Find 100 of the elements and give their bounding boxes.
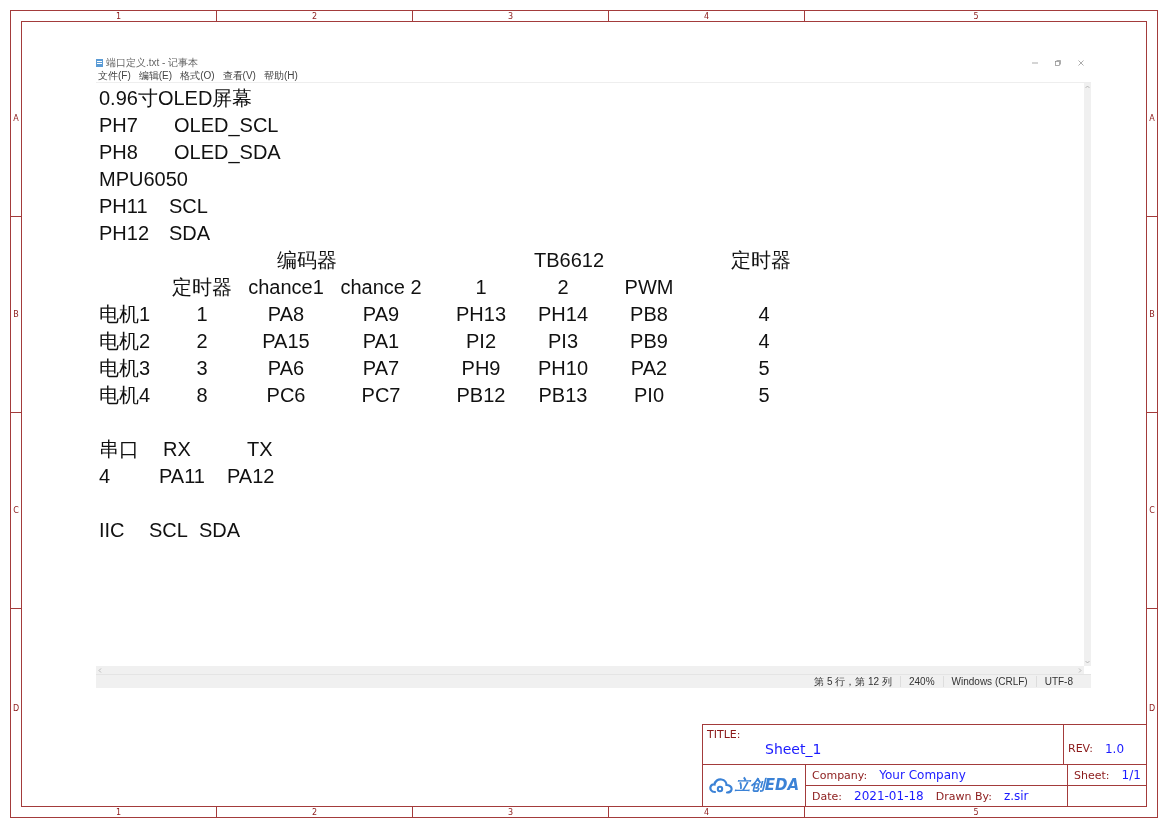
text-cell-text: RX: [163, 437, 192, 462]
text-cell-text: PH11: [99, 194, 149, 219]
ruler-number: 3: [507, 807, 514, 817]
group-heading: TB6612: [532, 248, 606, 273]
ruler-letter: B: [1149, 310, 1155, 319]
table-cell: 电机2: [99, 330, 151, 352]
text-cell-text: TX: [247, 437, 273, 462]
ruler-number: 4: [703, 11, 710, 21]
ruler-number: 4: [703, 807, 710, 817]
ruler-letter: C: [1149, 506, 1155, 515]
ruler-number: 3: [507, 11, 514, 21]
cloud-logo-icon: [708, 777, 733, 794]
rev-value: 1.0: [1104, 741, 1125, 756]
ruler-number: 2: [311, 807, 318, 817]
table-cell: PA9: [362, 303, 400, 325]
table-cell: 1: [196, 303, 208, 325]
table-cell: PH9: [461, 357, 501, 379]
table-cell: PB8: [630, 303, 668, 325]
table-cell: 4: [758, 330, 770, 352]
status-text: Windows (CRLF): [942, 676, 1036, 687]
text-cell-text: IIC: [99, 518, 126, 543]
table-cell: PC7: [361, 384, 401, 406]
table-cell: PH10: [538, 357, 588, 379]
text-cell-text: PA11: [159, 464, 206, 489]
status-text: 240%: [899, 676, 943, 687]
ruler-letter: A: [1149, 114, 1155, 123]
table-cell: PI0: [634, 384, 664, 406]
ruler-letter: B: [13, 310, 19, 319]
table-cell: PA6: [267, 357, 305, 379]
ruler-letter: A: [13, 114, 19, 123]
table-cell: PA15: [262, 330, 310, 352]
text-cell-text: SCL: [149, 518, 189, 543]
text-cell-text: 串口: [99, 437, 140, 462]
menu-item[interactable]: 帮助(H): [263, 68, 298, 83]
table-cell: 5: [758, 384, 770, 406]
ruler-number: 5: [973, 11, 979, 21]
table-cell: 定时器: [172, 276, 232, 298]
ruler-number: 1: [115, 11, 122, 21]
table-cell: PI2: [466, 330, 496, 352]
table-cell: PH13: [456, 303, 506, 325]
table-cell: PWM: [624, 276, 674, 298]
sheet-number: 1/1: [1121, 768, 1141, 782]
ruler-letter: C: [13, 506, 19, 515]
text-cell-text: PH8: [99, 140, 139, 165]
logo-text: 立创EDA: [734, 776, 800, 795]
table-cell: PA2: [630, 357, 668, 379]
drawn-by-value: z.sir: [1003, 789, 1029, 803]
company-value: Your Company: [879, 768, 966, 782]
window-title: 端口定义.txt - 记事本: [106, 55, 199, 70]
text-cell-text: SCL: [169, 194, 208, 219]
text-cell-text: PA12: [227, 464, 275, 489]
title-label: TITLE:: [707, 728, 742, 741]
table-cell: 2: [557, 276, 569, 298]
company-label: Company:: [812, 768, 868, 782]
text-cell-text: PH12: [99, 221, 151, 246]
ruler-number: 1: [115, 807, 122, 817]
table-cell: PB9: [630, 330, 668, 352]
text-cell-text: SDA: [169, 221, 211, 246]
table-cell: 2: [196, 330, 208, 352]
menu-item[interactable]: 格式(O): [180, 68, 215, 83]
text-cell-text: 4: [99, 464, 112, 489]
date-label: Date:: [812, 789, 842, 803]
status-text: UTF-8: [1035, 676, 1081, 687]
table-cell: PI3: [548, 330, 578, 352]
close-icon[interactable]: [1078, 59, 1084, 66]
table-cell: PB13: [538, 384, 588, 406]
sheet-title: Sheet_1: [765, 741, 823, 757]
restore-icon[interactable]: [1055, 59, 1061, 66]
menu-item[interactable]: 查看(V): [222, 68, 256, 83]
table-cell: 5: [758, 357, 770, 379]
table-cell: chance 2: [340, 276, 422, 298]
table-cell: chance1: [248, 276, 324, 298]
group-heading: 定时器: [730, 248, 792, 273]
menu-item[interactable]: 文件(F): [98, 68, 131, 83]
table-cell: PA8: [267, 303, 305, 325]
text-line: MPU6050: [99, 167, 188, 192]
ruler-letter: D: [12, 703, 20, 713]
table-cell: 3: [196, 357, 208, 379]
menu-item[interactable]: 编辑(E): [138, 68, 173, 83]
ruler-number: 2: [311, 11, 318, 21]
table-cell: PA1: [362, 330, 400, 352]
table-cell: 8: [196, 384, 208, 406]
text-cell-text: OLED_SCL: [174, 113, 279, 139]
table-cell: 4: [758, 303, 770, 325]
table-cell: 电机3: [99, 357, 151, 379]
text-cell-text: OLED_SDA: [174, 140, 281, 166]
table-cell: 电机1: [99, 303, 151, 325]
date-value: 2021-01-18: [854, 789, 924, 803]
group-heading: 编码器: [276, 248, 338, 273]
rev-label: REV:: [1068, 742, 1093, 755]
table-cell: PB12: [456, 384, 506, 406]
drawn-by-label: Drawn By:: [935, 789, 992, 803]
status-text: 第 5 行，第 12 列: [813, 674, 893, 689]
text-cell-text: SDA: [199, 518, 241, 543]
ruler-number: 5: [973, 807, 979, 817]
table-cell: 电机4: [99, 384, 151, 406]
table-cell: 1: [475, 276, 487, 298]
table-cell: PA7: [362, 357, 400, 379]
minimize-icon[interactable]: [1032, 59, 1038, 66]
ruler-letter: D: [1148, 703, 1156, 713]
